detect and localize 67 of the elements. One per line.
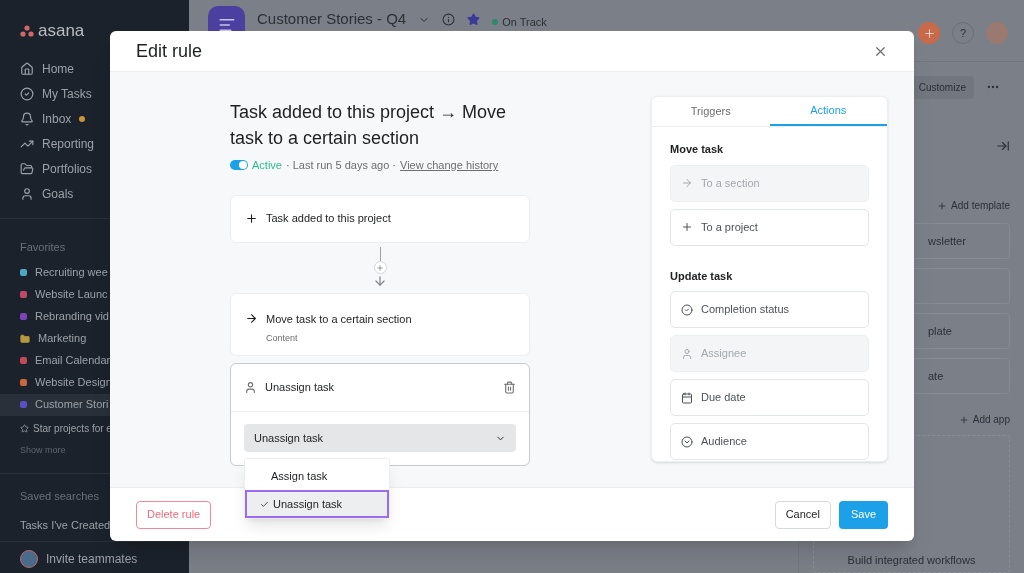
status-label: Active [252,158,282,173]
nav-item[interactable]: Reporting [0,131,189,156]
section-heading: Favorites [19,240,67,255]
plus-icon [376,263,384,272]
trash-icon[interactable] [503,380,516,394]
nav-item[interactable]: My Tasks [0,81,189,106]
trigger-card[interactable]: Task added to this project [230,194,530,243]
arrow-down-icon [373,274,387,288]
avatar [986,22,1008,44]
favorite-item[interactable]: Email Calendar [0,349,189,372]
section-heading: Update task [670,268,734,284]
arrow-right-icon [681,177,693,189]
action-option[interactable]: Due date [670,379,869,416]
info-icon [442,13,456,26]
home-icon [20,61,34,76]
section-heading: Saved searches [19,489,100,504]
logo-icon [20,25,34,37]
person-icon [244,380,257,394]
last-run-text: · Last run 5 days ago · [285,158,397,173]
plus-icon [245,212,258,225]
favorite-item[interactable]: Marketing [0,327,189,350]
check-circle-icon [681,303,693,316]
active-toggle[interactable] [230,160,248,171]
plus-icon [681,221,693,233]
nav-item[interactable]: Inbox [0,106,189,131]
dropdown-option[interactable]: Assign task [245,462,389,490]
collapse-icon[interactable] [996,139,1010,153]
arrow-right-icon [245,311,258,325]
check-icon [259,499,269,509]
project-status: On Track [502,15,547,30]
favorite-item[interactable]: Rebranding vid [0,305,189,328]
action-option[interactable]: Audience [670,423,869,460]
plus-icon [937,200,948,211]
cancel-button[interactable]: Cancel [774,500,831,529]
action-option[interactable]: To a project [670,208,869,246]
person-icon [681,347,693,360]
star-icon [20,424,29,433]
step-title: Unassign task [265,379,336,395]
star-icon [467,13,481,26]
add-button[interactable] [918,22,940,44]
action-option[interactable]: Completion status [670,291,869,328]
action-card[interactable]: Move task to a certain section Content [230,292,530,356]
dropdown-option[interactable]: Unassign task [245,490,389,518]
rule-title: Task added to this project → Move task to a certain section [230,101,508,150]
action-select[interactable]: Unassign task [244,424,516,452]
logo-text: asana [38,20,85,43]
add-step-button[interactable] [373,261,387,274]
chevron-circle-icon [681,435,693,448]
person-icon [20,186,34,201]
favorite-item[interactable]: Website Launc [0,283,189,306]
check-circle-icon [20,86,34,101]
invite-button[interactable]: Invite teammates [0,550,189,568]
favorite-item[interactable]: Recruiting wee [0,261,189,284]
change-history-link[interactable]: View change history [400,157,499,174]
section-heading: Move task [670,142,725,157]
action-detail: Content [266,332,299,345]
avatar-icon [20,550,38,568]
nav-item[interactable]: Goals [0,181,189,206]
panel-tab[interactable]: Triggers [652,97,770,126]
plus-icon [958,414,969,425]
bell-icon [20,111,34,126]
folder-icon [20,161,34,176]
nav-item[interactable]: Portfolios [0,156,189,181]
action-title: Move task to a certain section [266,311,412,327]
plus-icon [922,26,936,40]
calendar-icon [681,391,693,404]
project-title: Customer Stories - Q4 [257,10,407,28]
